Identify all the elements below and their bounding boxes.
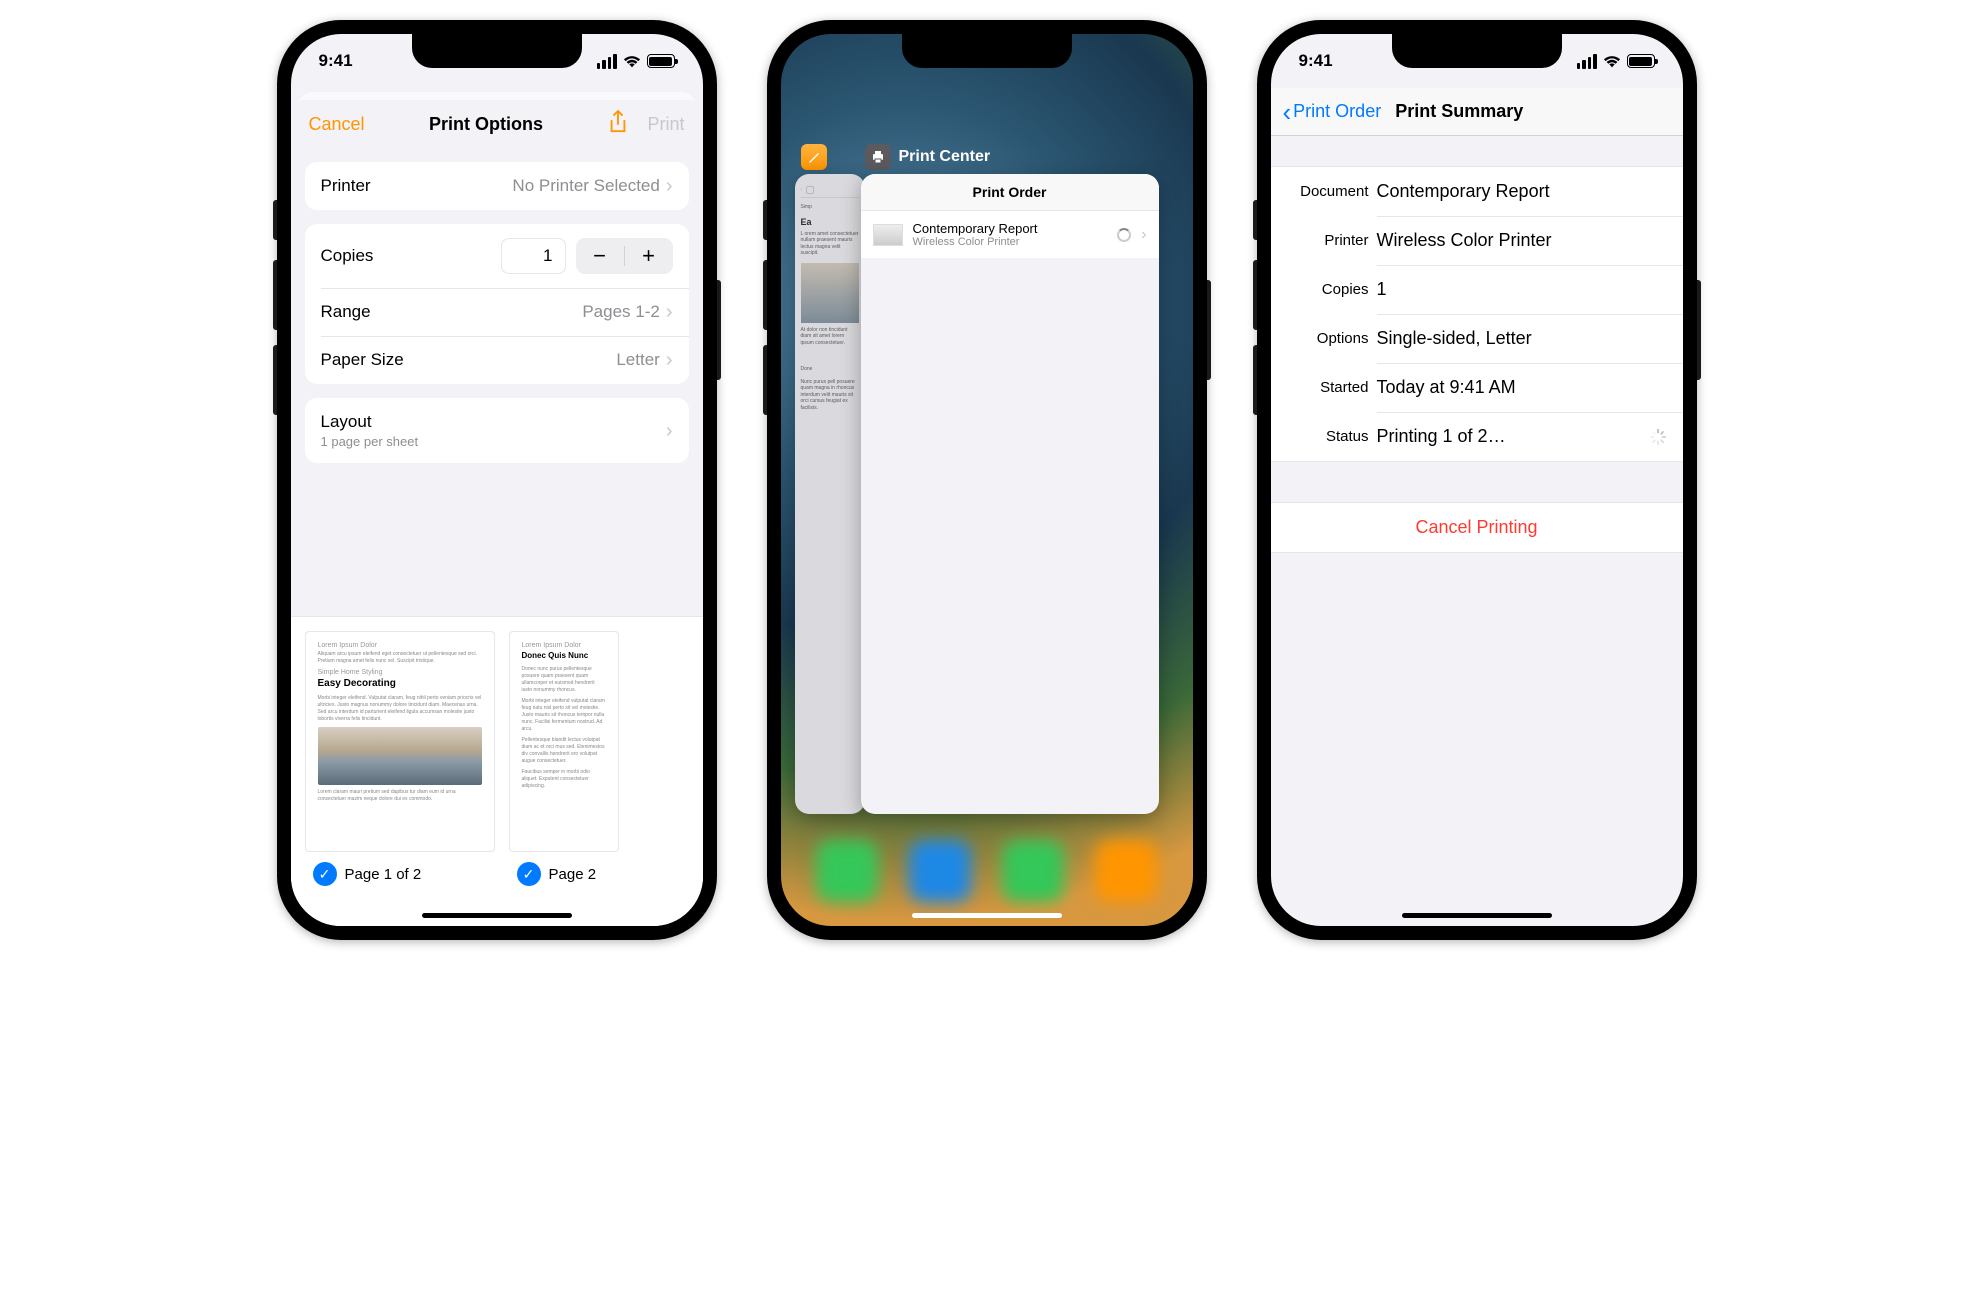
summary-row-started: Started Today at 9:41 AM bbox=[1271, 363, 1683, 412]
copies-input[interactable]: 1 bbox=[501, 238, 566, 274]
switcher-card-print-center[interactable]: Print Order Contemporary Report Wireless… bbox=[861, 174, 1159, 814]
layout-label: Layout bbox=[321, 412, 419, 432]
printer-row[interactable]: Printer No Printer Selected › bbox=[305, 162, 689, 210]
wifi-icon bbox=[623, 54, 641, 68]
print-order-title: Print Order bbox=[861, 174, 1159, 211]
cancel-button[interactable]: Cancel bbox=[309, 114, 365, 135]
page-label-2: Page 2 bbox=[549, 866, 597, 883]
printer-label: Printer bbox=[321, 176, 371, 196]
phone-app-switcher: Print Center ‹ Simp Ea L orem amet conse… bbox=[767, 20, 1207, 940]
battery-icon bbox=[647, 54, 675, 68]
nav-bar: ‹ Print Order Print Summary bbox=[1271, 88, 1683, 136]
range-value: Pages 1-2 bbox=[582, 302, 660, 322]
dock bbox=[781, 816, 1193, 926]
summary-row-printer: Printer Wireless Color Printer bbox=[1271, 216, 1683, 265]
stepper-minus-button[interactable]: − bbox=[576, 238, 624, 274]
status-time: 9:41 bbox=[319, 51, 353, 71]
chevron-right-icon: › bbox=[666, 176, 673, 196]
phone-print-options: 9:41 Cancel Print Options Print bbox=[277, 20, 717, 940]
wifi-icon bbox=[1603, 54, 1621, 68]
battery-icon bbox=[1627, 54, 1655, 68]
summary-row-options: Options Single-sided, Letter bbox=[1271, 314, 1683, 363]
page-thumb-1[interactable]: Lorem Ipsum Dolor Aliquam arcu ipsum ele… bbox=[305, 631, 495, 886]
print-button[interactable]: Print bbox=[647, 114, 684, 135]
cellular-signal-icon bbox=[597, 54, 617, 69]
copies-row: Copies 1 − + bbox=[305, 224, 689, 288]
back-button[interactable]: ‹ Print Order bbox=[1283, 99, 1382, 125]
nav-bar: Cancel Print Options Print bbox=[291, 100, 703, 148]
stepper-plus-button[interactable]: + bbox=[625, 238, 673, 274]
app-label-pages bbox=[801, 144, 827, 170]
switcher-card-pages[interactable]: ‹ Simp Ea L orem amet consectetuer nulla… bbox=[795, 174, 865, 814]
print-center-app-icon bbox=[865, 144, 891, 170]
document-thumbnail-icon bbox=[873, 224, 903, 246]
summary-row-copies: Copies 1 bbox=[1271, 265, 1683, 314]
home-indicator[interactable] bbox=[422, 913, 572, 918]
range-row[interactable]: Range Pages 1-2 › bbox=[305, 288, 689, 336]
cancel-printing-button[interactable]: Cancel Printing bbox=[1271, 502, 1683, 553]
preview-title-1: Easy Decorating bbox=[318, 678, 482, 689]
summary-row-status: Status Printing 1 of 2… bbox=[1271, 412, 1683, 461]
preview-photo bbox=[318, 727, 482, 785]
chevron-right-icon: › bbox=[1141, 227, 1146, 243]
preview-area: Lorem Ipsum Dolor Aliquam arcu ipsum ele… bbox=[291, 616, 703, 926]
phone-print-summary: 9:41 ‹ Print Order Print Summary Documen… bbox=[1257, 20, 1697, 940]
spinner-icon bbox=[1117, 228, 1131, 242]
copies-stepper: − + bbox=[576, 238, 673, 274]
paper-size-value: Letter bbox=[616, 350, 659, 370]
cellular-signal-icon bbox=[1577, 54, 1597, 69]
preview-title-2: Donec Quis Nunc bbox=[522, 651, 606, 660]
chevron-right-icon: › bbox=[666, 350, 673, 370]
print-item-title: Contemporary Report bbox=[913, 221, 1108, 236]
range-label: Range bbox=[321, 302, 371, 322]
chevron-left-icon: ‹ bbox=[1283, 99, 1292, 125]
share-icon[interactable] bbox=[607, 109, 629, 140]
summary-group: Document Contemporary Report Printer Wir… bbox=[1271, 166, 1683, 462]
home-indicator[interactable] bbox=[912, 913, 1062, 918]
print-queue-item[interactable]: Contemporary Report Wireless Color Print… bbox=[861, 211, 1159, 258]
page-thumb-2[interactable]: Lorem Ipsum Dolor Donec Quis Nunc Donec … bbox=[509, 631, 619, 886]
layout-row[interactable]: Layout 1 page per sheet › bbox=[305, 398, 689, 463]
page-label-1: Page 1 of 2 bbox=[345, 866, 422, 883]
chevron-right-icon: › bbox=[666, 421, 673, 441]
pages-app-icon bbox=[801, 144, 827, 170]
layout-sub: 1 page per sheet bbox=[321, 434, 419, 449]
paper-size-row[interactable]: Paper Size Letter › bbox=[305, 336, 689, 384]
print-item-sub: Wireless Color Printer bbox=[913, 236, 1108, 248]
checkmark-icon[interactable]: ✓ bbox=[313, 862, 337, 886]
checkmark-icon[interactable]: ✓ bbox=[517, 862, 541, 886]
copies-label: Copies bbox=[321, 246, 374, 266]
home-indicator[interactable] bbox=[1402, 913, 1552, 918]
printer-value: No Printer Selected bbox=[512, 176, 659, 196]
page-title: Print Options bbox=[429, 114, 543, 135]
page-title: Print Summary bbox=[1395, 101, 1523, 122]
status-time: 9:41 bbox=[1299, 51, 1333, 71]
paper-size-label: Paper Size bbox=[321, 350, 404, 370]
chevron-right-icon: › bbox=[666, 302, 673, 322]
app-label-print-center: Print Center bbox=[865, 144, 991, 170]
spinner-icon bbox=[1649, 428, 1667, 446]
summary-row-document: Document Contemporary Report bbox=[1271, 167, 1683, 216]
